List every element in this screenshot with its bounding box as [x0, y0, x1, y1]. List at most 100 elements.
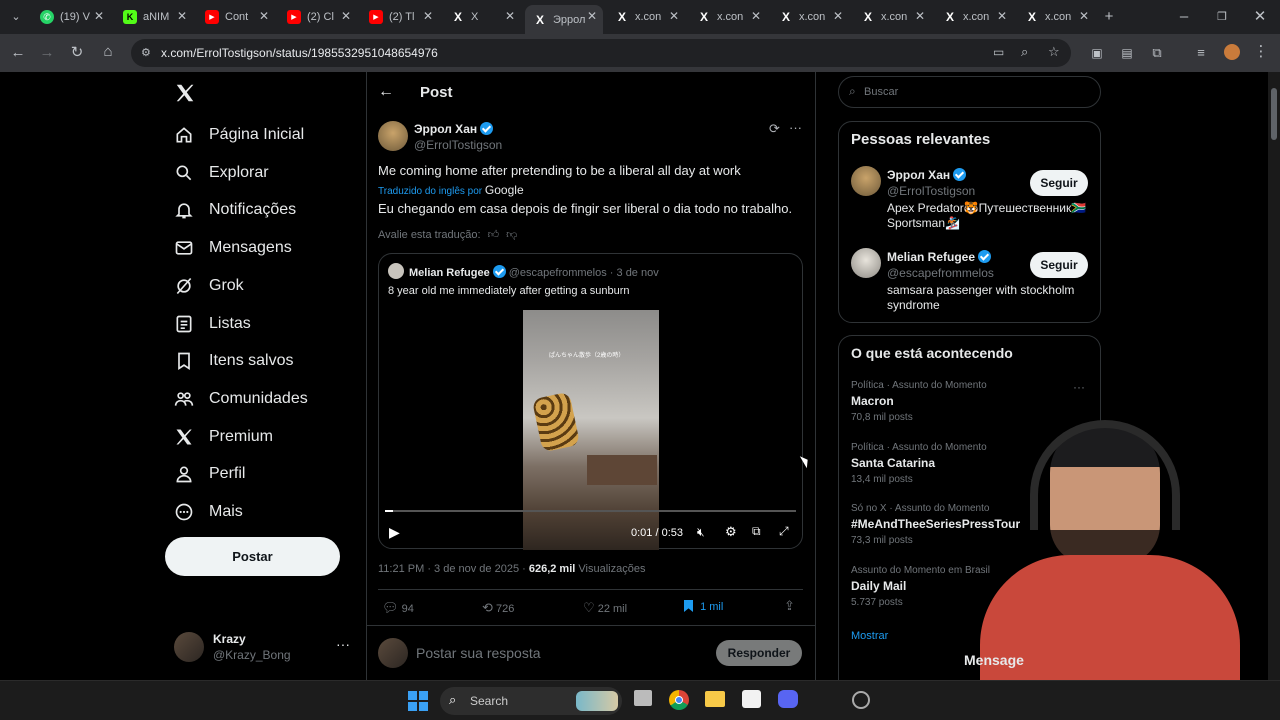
person-name[interactable]: Эррол Хан	[887, 168, 967, 182]
nav-item-list[interactable]: Listas	[174, 309, 251, 339]
post-more-icon[interactable]: ···	[789, 120, 802, 135]
person-name-text[interactable]: Melian Refugee	[887, 250, 975, 264]
taskbar-search[interactable]: ⌕ Search	[440, 687, 622, 715]
restore-button[interactable]: ❐	[1213, 9, 1231, 25]
back-icon[interactable]: ←	[9, 45, 27, 61]
tab-close-icon[interactable]: ✕	[341, 9, 351, 23]
bookmark-star-icon[interactable]: ☆	[1048, 44, 1060, 60]
browser-tab[interactable]: ▶ (2) Tl ✕	[361, 5, 439, 29]
nav-item-search[interactable]: Explorar	[174, 158, 269, 188]
nav-item-bookmark[interactable]: Itens salvos	[174, 346, 293, 376]
author-handle[interactable]: @ErrolTostigson	[414, 138, 502, 152]
reading-list-icon[interactable]: ≡	[1192, 45, 1210, 61]
follow-button[interactable]: Seguir	[1030, 252, 1088, 278]
mute-icon[interactable]: 🔇︎	[697, 525, 705, 540]
browser-tab[interactable]: Xx.con ✕	[771, 5, 849, 29]
post-timestamp[interactable]: 11:21 PM · 3 de nov de 2025 ·	[378, 563, 526, 575]
person-name[interactable]: Melian Refugee	[887, 250, 992, 264]
nav-item-communities[interactable]: Comunidades	[174, 384, 308, 414]
close-window-button[interactable]: ✕	[1251, 9, 1269, 25]
search-box[interactable]: ⌕ Buscar	[838, 76, 1101, 108]
tab-close-icon[interactable]: ✕	[177, 9, 187, 23]
browser-tab[interactable]: X X ✕	[443, 5, 521, 29]
bookmark-action[interactable]: 1 mil	[684, 600, 723, 613]
browser-tab[interactable]: Xx.con ✕	[689, 5, 767, 29]
tab-close-icon[interactable]: ✕	[587, 9, 597, 23]
tab-close-icon[interactable]: ✕	[997, 9, 1007, 23]
like-action[interactable]: ♡ 22 mil	[583, 600, 627, 616]
install-app-icon[interactable]: ▭	[993, 45, 1004, 59]
home-button-icon[interactable]: ⌂	[99, 44, 117, 60]
new-tab-button[interactable]: +	[1100, 9, 1118, 25]
reply-button[interactable]: Responder	[716, 640, 802, 666]
site-info-icon[interactable]: ⚙	[141, 46, 151, 59]
start-button-icon[interactable]	[408, 691, 428, 711]
browser-tab[interactable]: ✆ (19) V ✕	[32, 5, 110, 29]
author-name[interactable]: Эррол Хан	[414, 122, 494, 136]
browser-tab[interactable]: X Эррол ✕	[525, 5, 603, 34]
video-progress-track[interactable]	[385, 510, 796, 512]
thumbs-down-icon[interactable]: 👎︎	[506, 229, 517, 241]
tab-close-icon[interactable]: ✕	[259, 9, 269, 23]
play-icon[interactable]: ▶	[389, 524, 400, 541]
author-name-text[interactable]: Эррол Хан	[414, 122, 477, 136]
author-avatar[interactable]	[378, 121, 408, 151]
chrome-taskbar-icon[interactable]	[669, 690, 689, 710]
person-avatar[interactable]	[851, 248, 881, 278]
nav-item-x[interactable]: Premium	[174, 422, 273, 452]
trend-name[interactable]: Macron	[851, 394, 894, 408]
trend-name[interactable]: Santa Catarina	[851, 456, 935, 470]
video-frame[interactable]: ぱんちゃん散歩（2歳の時）	[523, 310, 659, 550]
zoom-icon[interactable]: ⌕	[1021, 44, 1028, 60]
taskbar-app-icon[interactable]	[852, 691, 870, 709]
nav-item-mail[interactable]: Mensagens	[174, 233, 292, 263]
messages-drawer[interactable]: Mensage	[964, 652, 1024, 668]
browser-tab[interactable]: KaNIM ✕	[115, 5, 193, 29]
trend-name[interactable]: Daily Mail	[851, 579, 906, 593]
share-icon[interactable]: ⇪	[784, 598, 795, 614]
reload-icon[interactable]: ↻	[68, 45, 86, 61]
address-bar[interactable]: ⚙ x.com/ErrolTostigson/status/1985532951…	[131, 39, 1071, 67]
account-more-icon[interactable]: ···	[336, 636, 350, 652]
nav-item-bell[interactable]: Notificações	[174, 195, 296, 225]
nav-item-more-circle[interactable]: Mais	[174, 497, 243, 527]
tab-search-icon[interactable]: ⌄	[7, 9, 25, 25]
reply-input[interactable]: Postar sua resposta	[416, 645, 541, 661]
tab-close-icon[interactable]: ✕	[915, 9, 925, 23]
person-avatar[interactable]	[851, 166, 881, 196]
pip-icon[interactable]: ⧉	[752, 524, 761, 539]
page-scrollbar-thumb[interactable]	[1271, 88, 1277, 140]
person-handle[interactable]: @ErrolTostigson	[887, 184, 975, 198]
tab-close-icon[interactable]: ✕	[423, 9, 433, 23]
post-button[interactable]: Postar	[165, 537, 340, 576]
search-input[interactable]: Buscar	[864, 86, 898, 98]
browser-tab[interactable]: ▶ Cont ✕	[197, 5, 275, 29]
thumbs-up-icon[interactable]: 👍︎	[488, 229, 500, 241]
browser-tab[interactable]: Xx.con ✕	[1017, 5, 1095, 29]
task-view-icon[interactable]	[634, 690, 652, 706]
translated-from-label[interactable]: Traduzido do inglês por	[378, 186, 482, 197]
trend-more-icon[interactable]: ···	[1073, 380, 1085, 394]
person-handle[interactable]: @escapefrommelos	[887, 266, 994, 280]
tab-close-icon[interactable]: ✕	[1079, 9, 1089, 23]
browser-tab[interactable]: Xx.con ✕	[853, 5, 931, 29]
grok-icon[interactable]: ⟳	[769, 121, 780, 137]
tab-close-icon[interactable]: ✕	[669, 9, 679, 23]
tab-close-icon[interactable]: ✕	[751, 9, 761, 23]
fullscreen-icon[interactable]: ⤢	[779, 524, 789, 539]
settings-gear-icon[interactable]: ⚙	[725, 524, 737, 540]
file-explorer-icon[interactable]	[705, 691, 725, 707]
person-name-text[interactable]: Эррол Хан	[887, 168, 950, 182]
extension-icon-2[interactable]: ▤	[1118, 45, 1136, 61]
browser-tab[interactable]: ▶ (2) Cl ✕	[279, 5, 357, 29]
browser-tab[interactable]: Xx.con ✕	[935, 5, 1013, 29]
repost-action[interactable]: ⟲ 726	[482, 600, 514, 616]
minimize-button[interactable]: –	[1175, 9, 1193, 25]
back-arrow-icon[interactable]: ←	[378, 83, 394, 101]
nav-item-grok[interactable]: Grok	[174, 271, 244, 301]
tab-close-icon[interactable]: ✕	[94, 9, 104, 23]
browser-tab[interactable]: Xx.con ✕	[607, 5, 685, 29]
url-text[interactable]: x.com/ErrolTostigson/status/198553295104…	[161, 46, 438, 60]
show-more-link[interactable]: Mostrar	[851, 630, 888, 642]
tab-close-icon[interactable]: ✕	[833, 9, 843, 23]
